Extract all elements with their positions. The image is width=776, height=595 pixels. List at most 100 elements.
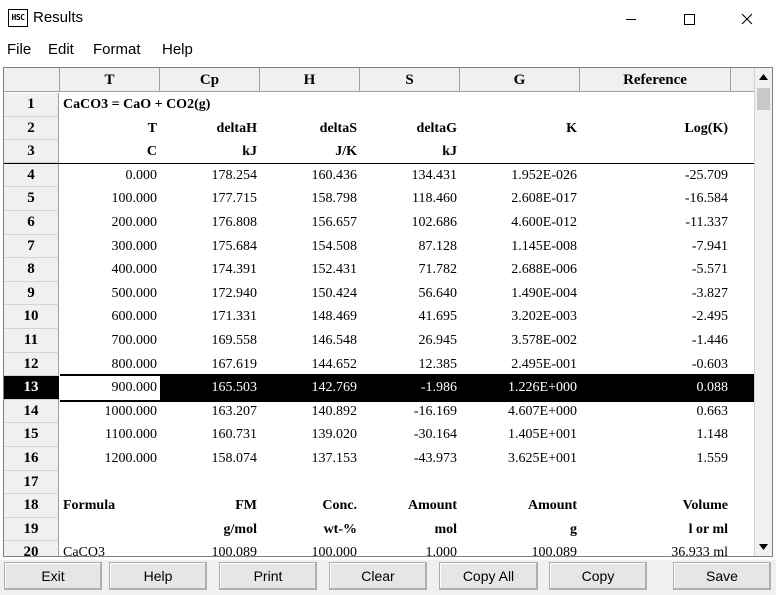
table-row[interactable]: 3 CkJ J/K kJ	[4, 140, 755, 164]
table-cell[interactable]: T	[60, 117, 160, 141]
table-cell[interactable]: 148.469	[260, 305, 360, 329]
table-cell[interactable]: J/K	[260, 140, 360, 163]
table-cell[interactable]: -11.337	[580, 211, 731, 235]
table-cell[interactable]: l or ml	[580, 518, 731, 542]
table-cell[interactable]	[580, 140, 731, 163]
table-cell[interactable]: 700.000	[60, 329, 160, 353]
table-cell[interactable]	[460, 93, 580, 117]
row-number[interactable]: 3	[4, 140, 59, 163]
table-row[interactable]: 7 300.000 175.684 154.508 87.128 1.145E-008 -7…	[4, 234, 755, 259]
table-cell[interactable]: 26.945	[360, 329, 460, 353]
table-cell[interactable]: 160.436	[260, 164, 360, 188]
row-number[interactable]: 13	[4, 376, 59, 400]
row-number[interactable]: 5	[4, 187, 59, 211]
table-cell[interactable]	[580, 471, 731, 495]
column-header-g[interactable]: G	[460, 68, 580, 92]
table-cell[interactable]: 163.207	[160, 400, 260, 424]
table-cell[interactable]: Log(K)	[580, 117, 731, 141]
table-cell[interactable]: 154.508	[260, 235, 360, 259]
row-number[interactable]: 10	[4, 305, 59, 329]
table-cell[interactable]: -5.571	[580, 258, 731, 282]
copy-button[interactable]: Copy	[549, 562, 647, 590]
row-number[interactable]: 18	[4, 494, 59, 518]
table-cell[interactable]: -16.169	[360, 400, 460, 424]
table-row[interactable]: 16 1200.000 158.074 137.153 -43.973 3.625E+00…	[4, 447, 755, 471]
row-number[interactable]: 6	[4, 211, 59, 235]
table-cell[interactable]: 144.652	[260, 353, 360, 377]
row-number[interactable]: 17	[4, 470, 59, 495]
table-row[interactable]: 12 800.000 167.619 144.652 12.385 2.495E-001-…	[4, 352, 755, 377]
table-cell[interactable]: FM	[160, 494, 260, 518]
table-cell[interactable]	[160, 93, 260, 117]
row-number[interactable]: 20	[4, 541, 59, 556]
table-cell[interactable]	[60, 471, 160, 495]
exit-button[interactable]: Exit	[4, 562, 102, 590]
table-cell[interactable]: -16.584	[580, 187, 731, 211]
table-row[interactable]: 18 Formula FM Conc. Amount Amount Volume	[4, 494, 755, 518]
table-cell[interactable]: 1.145E-008	[460, 235, 580, 259]
table-cell[interactable]	[460, 471, 580, 495]
table-cell[interactable]: 158.074	[160, 447, 260, 471]
scroll-down-arrow-icon[interactable]	[755, 538, 772, 556]
table-cell[interactable]: 2.608E-017	[460, 187, 580, 211]
table-cell[interactable]: 3.202E-003	[460, 305, 580, 329]
row-number[interactable]: 15	[4, 423, 59, 447]
table-cell[interactable]: 100.089	[160, 541, 260, 556]
table-cell[interactable]	[360, 93, 460, 117]
table-cell[interactable]: 160.731	[160, 423, 260, 447]
row-number[interactable]: 14	[4, 399, 59, 424]
table-cell[interactable]: 600.000	[60, 305, 160, 329]
table-cell[interactable]: 1.559	[580, 447, 731, 471]
table-row[interactable]: 8 400.000 174.391 152.431 71.782 2.688E-006 -5…	[4, 258, 755, 282]
table-cell[interactable]: 167.619	[160, 353, 260, 377]
table-cell[interactable]: 3.578E-002	[460, 329, 580, 353]
table-cell[interactable]: deltaH	[160, 117, 260, 141]
table-cell[interactable]: 158.798	[260, 187, 360, 211]
table-cell[interactable]	[580, 93, 731, 117]
table-cell[interactable]: 1.148	[580, 423, 731, 447]
table-cell[interactable]: -7.941	[580, 235, 731, 259]
table-cell[interactable]: 156.657	[260, 211, 360, 235]
table-cell[interactable]: 800.000	[60, 353, 160, 377]
table-cell[interactable]: 118.460	[360, 187, 460, 211]
table-cell[interactable]: 41.695	[360, 305, 460, 329]
table-cell[interactable]: 300.000	[60, 235, 160, 259]
table-cell[interactable]: 0.663	[580, 400, 731, 424]
table-cell[interactable]: 169.558	[160, 329, 260, 353]
column-header-reference[interactable]: Reference	[580, 68, 731, 92]
table-row[interactable]: 10 600.000 171.331 148.469 41.695 3.202E-003-…	[4, 305, 755, 329]
table-row[interactable]: 6 200.000 176.808 156.657 102.686 4.600E-012-…	[4, 211, 755, 235]
column-header-s[interactable]: S	[360, 68, 460, 92]
table-cell[interactable]: 100.000	[260, 541, 360, 556]
row-number[interactable]: 19	[4, 517, 59, 542]
table-cell[interactable]: 1.952E-026	[460, 164, 580, 188]
table-cell[interactable]: Amount	[460, 494, 580, 518]
table-cell[interactable]: 134.431	[360, 164, 460, 188]
row-number[interactable]: 2	[4, 116, 59, 141]
table-cell[interactable]: C	[60, 140, 160, 163]
table-cell[interactable]: 100.089	[460, 541, 580, 556]
table-cell[interactable]	[460, 140, 580, 163]
table-cell[interactable]: 71.782	[360, 258, 460, 282]
scroll-up-arrow-icon[interactable]	[755, 68, 772, 86]
table-cell[interactable]: 1.490E-004	[460, 282, 580, 306]
table-cell[interactable]: deltaG	[360, 117, 460, 141]
table-cell[interactable]: 102.686	[360, 211, 460, 235]
table-cell[interactable]: 0.000	[60, 164, 160, 188]
table-cell[interactable]: 1.226E+000	[460, 376, 580, 400]
row-number[interactable]: 11	[4, 329, 59, 353]
copy-all-button[interactable]: Copy All	[439, 562, 538, 590]
table-cell[interactable]: 900.000	[60, 376, 160, 400]
table-cell[interactable]: 137.153	[260, 447, 360, 471]
table-cell[interactable]: 171.331	[160, 305, 260, 329]
maximize-button[interactable]	[660, 0, 718, 37]
menu-format[interactable]: Format	[93, 41, 141, 58]
table-cell[interactable]	[260, 471, 360, 495]
table-cell[interactable]: 0.088	[580, 376, 731, 400]
table-cell[interactable]: -0.603	[580, 353, 731, 377]
table-cell[interactable]: 87.128	[360, 235, 460, 259]
table-cell[interactable]: 152.431	[260, 258, 360, 282]
table-row[interactable]: 15 1100.000 160.731 139.020 -30.164 1.405E+00…	[4, 423, 755, 447]
menu-help[interactable]: Help	[162, 41, 193, 58]
table-cell[interactable]: 36.933 ml	[580, 541, 731, 556]
